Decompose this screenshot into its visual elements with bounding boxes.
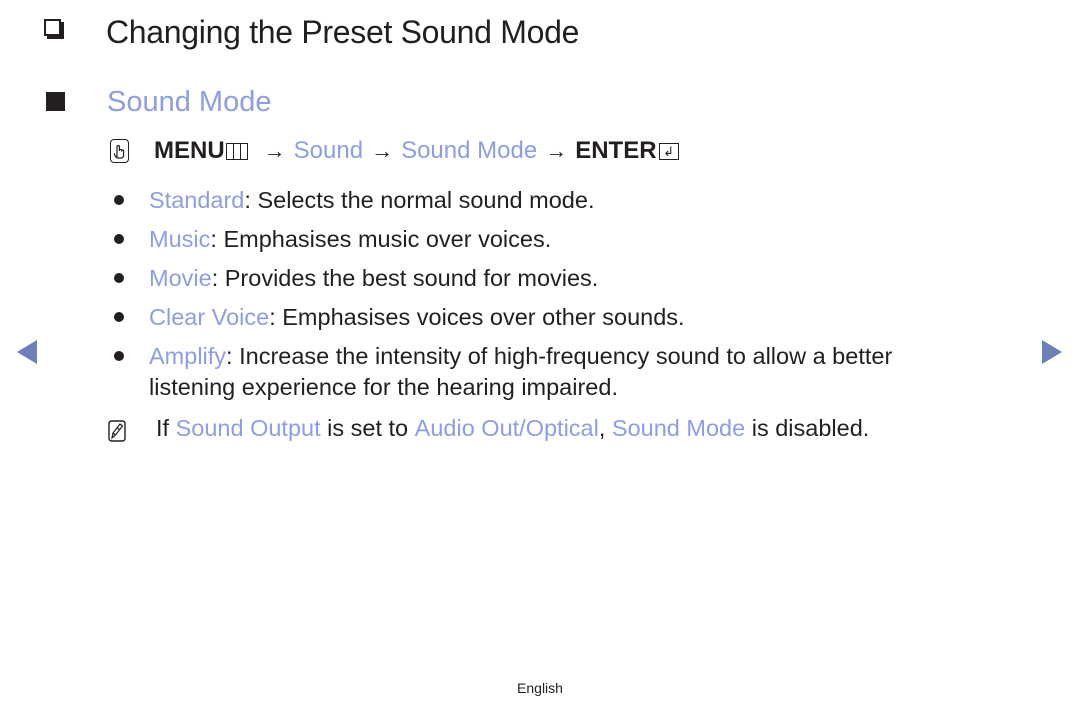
- sound-mode-options: Standard: Selects the normal sound mode.…: [110, 181, 990, 403]
- page-title: Changing the Preset Sound Mode: [106, 14, 580, 50]
- bullet-icon: [114, 234, 124, 244]
- menu-label: MENU: [154, 137, 225, 164]
- option-description: Emphasises music over voices.: [223, 226, 552, 252]
- list-item: Standard: Selects the normal sound mode.: [110, 181, 990, 220]
- option-name: Music: [149, 226, 211, 252]
- remote-press-icon: [110, 139, 129, 163]
- previous-page-button[interactable]: [17, 340, 37, 364]
- footer-language: English: [517, 680, 563, 696]
- enter-icon: ↲: [658, 142, 679, 160]
- arrow-icon: →: [371, 138, 394, 163]
- list-item: Clear Voice: Emphasises voices over othe…: [110, 298, 990, 337]
- list-item: Amplify: Increase the intensity of high-…: [110, 337, 969, 403]
- menu-grid-icon: [225, 142, 248, 160]
- note-term-audio-out: Audio Out/Optical: [414, 415, 599, 441]
- bullet-icon: [114, 273, 124, 283]
- bullet-icon: [114, 195, 124, 205]
- note: If Sound Output is set to Audio Out/Opti…: [108, 411, 869, 445]
- note-pencil-icon: [108, 417, 126, 442]
- option-sep: :: [269, 304, 283, 330]
- bullet-icon: [114, 312, 124, 322]
- title-checkbox-icon: [44, 19, 61, 36]
- menu-step-sound: Sound: [293, 137, 364, 164]
- option-description: Emphasises voices over other sounds.: [282, 304, 685, 330]
- arrow-icon: →: [263, 138, 286, 163]
- option-name: Amplify: [149, 343, 227, 369]
- option-description: Selects the normal sound mode.: [257, 187, 595, 213]
- option-sep: :: [244, 187, 258, 213]
- note-term-sound-mode: Sound Mode: [611, 415, 746, 441]
- next-page-button[interactable]: [1042, 340, 1062, 364]
- menu-path: MENU → Sound → Sound Mode → ENTER ↲: [110, 135, 679, 167]
- note-mid: is set to: [320, 415, 415, 441]
- option-sep: :: [210, 226, 224, 252]
- section-square-icon: [46, 92, 65, 111]
- note-mid: ,: [598, 415, 612, 441]
- note-prefix: If: [156, 415, 170, 441]
- option-name: Clear Voice: [149, 304, 270, 330]
- option-name: Standard: [149, 187, 245, 213]
- option-description: Increase the intensity of high-frequency…: [149, 343, 893, 400]
- list-item: Music: Emphasises music over voices.: [110, 220, 990, 259]
- option-name: Movie: [149, 265, 212, 291]
- section-heading: Sound Mode: [107, 86, 272, 118]
- option-description: Provides the best sound for movies.: [224, 265, 599, 291]
- bullet-icon: [114, 351, 124, 361]
- enter-label: ENTER: [575, 137, 657, 164]
- option-sep: :: [226, 343, 240, 369]
- option-sep: :: [211, 265, 225, 291]
- menu-step-sound-mode: Sound Mode: [401, 137, 538, 164]
- note-term-sound-output: Sound Output: [175, 415, 321, 441]
- list-item: Movie: Provides the best sound for movie…: [110, 259, 990, 298]
- arrow-icon: →: [545, 138, 568, 163]
- note-suffix: is disabled.: [745, 415, 870, 441]
